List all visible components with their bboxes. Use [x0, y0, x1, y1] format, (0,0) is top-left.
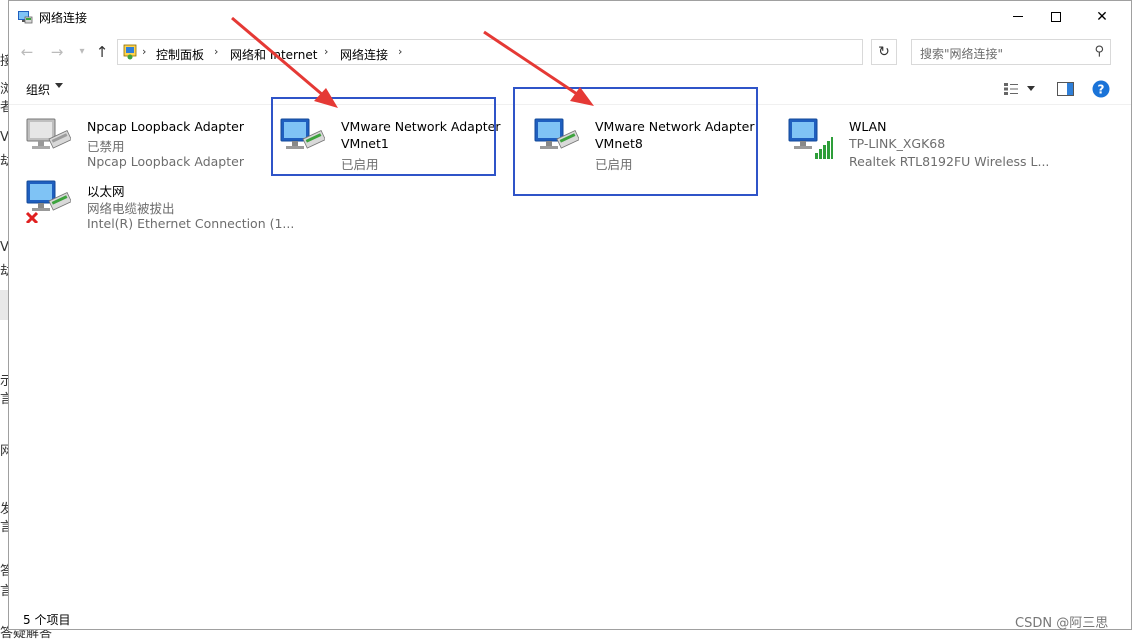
recent-locations-button[interactable]: ▾ — [72, 42, 92, 62]
title-bar[interactable]: 网络连接 ✕ — [9, 1, 1131, 32]
breadcrumb-separator-icon: › — [142, 45, 147, 58]
forward-button[interactable]: → — [47, 42, 67, 62]
control-panel-icon — [123, 44, 137, 60]
connection-device: Npcap Loopback Adapter — [87, 154, 244, 169]
connection-item-wlan[interactable]: WLAN TP-LINK_XGK68 Realtek RTL8192FU Wir… — [787, 115, 1049, 171]
explorer-window: 网络连接 ✕ ← → ▾ ↑ › 控制面板 › 网络和 Internet › 网… — [8, 0, 1132, 630]
refresh-button[interactable]: ↻ — [871, 39, 897, 65]
forward-arrow-icon: → — [50, 43, 64, 61]
navigation-bar: ← → ▾ ↑ › 控制面板 › 网络和 Internet › 网络连接 › ⌄… — [9, 34, 1131, 70]
svg-text:?: ? — [1098, 83, 1105, 97]
change-view-button[interactable] — [1003, 82, 1019, 96]
item-count: 5 个项目 — [23, 613, 71, 627]
connection-item-npcap[interactable]: Npcap Loopback Adapter 已禁用 Npcap Loopbac… — [25, 115, 275, 171]
organize-button[interactable]: 组织 — [26, 81, 50, 98]
network-adapter-disabled-icon — [26, 118, 71, 149]
maximize-button[interactable] — [1033, 1, 1079, 32]
ethernet-unplugged-icon — [25, 180, 71, 223]
search-icon: ⚲ — [1094, 44, 1104, 59]
network-connections-icon — [18, 11, 33, 24]
breadcrumb-separator-icon: › — [398, 45, 403, 58]
breadcrumb-separator-icon: › — [324, 45, 329, 58]
maximize-icon — [1051, 11, 1061, 22]
close-button[interactable]: ✕ — [1079, 1, 1125, 32]
up-button[interactable]: ↑ — [92, 42, 112, 62]
connection-name: Npcap Loopback Adapter — [87, 119, 244, 134]
connection-device: Intel(R) Ethernet Connection (1... — [87, 216, 295, 231]
chevron-down-icon: ▾ — [79, 46, 85, 57]
back-arrow-icon: ← — [20, 43, 34, 61]
connection-name: WLAN — [849, 119, 887, 134]
breadcrumb-network-connections[interactable]: 网络连接 — [340, 46, 388, 63]
view-options-dropdown-icon[interactable] — [1027, 86, 1035, 91]
connection-network: TP-LINK_XGK68 — [849, 136, 946, 151]
window-title: 网络连接 — [39, 11, 88, 25]
breadcrumb-network-internet[interactable]: 网络和 Internet — [230, 46, 317, 63]
back-button[interactable]: ← — [17, 42, 37, 62]
connection-status: 网络电缆被拔出 — [87, 201, 175, 216]
highlight-box-vmnet8 — [513, 87, 758, 196]
connection-status: 已禁用 — [87, 139, 125, 154]
connection-item-ethernet[interactable]: 以太网 网络电缆被拔出 Intel(R) Ethernet Connection… — [25, 177, 294, 233]
breadcrumb-control-panel[interactable]: 控制面板 — [156, 46, 204, 63]
refresh-icon: ↻ — [878, 44, 890, 60]
wireless-adapter-icon — [788, 118, 833, 159]
up-arrow-icon: ↑ — [95, 43, 109, 61]
highlight-box-vmnet1 — [271, 97, 496, 176]
help-button[interactable]: ? — [1092, 80, 1110, 98]
search-input[interactable]: 搜索"网络连接" — [920, 45, 1003, 62]
address-bar[interactable]: › 控制面板 › 网络和 Internet › 网络连接 › ⌄ — [117, 39, 958, 65]
status-bar: 5 个项目 — [9, 607, 1131, 629]
connection-device: Realtek RTL8192FU Wireless L... — [849, 154, 1050, 169]
watermark: CSDN @阿三思 — [1015, 616, 1109, 631]
organize-dropdown-icon — [55, 83, 63, 88]
close-icon: ✕ — [1096, 8, 1108, 25]
breadcrumb-separator-icon: › — [214, 45, 219, 58]
preview-pane-button[interactable] — [1057, 82, 1074, 96]
minimize-icon — [1013, 16, 1023, 17]
search-box[interactable]: 搜索"网络连接" ⚲ — [911, 39, 1111, 65]
